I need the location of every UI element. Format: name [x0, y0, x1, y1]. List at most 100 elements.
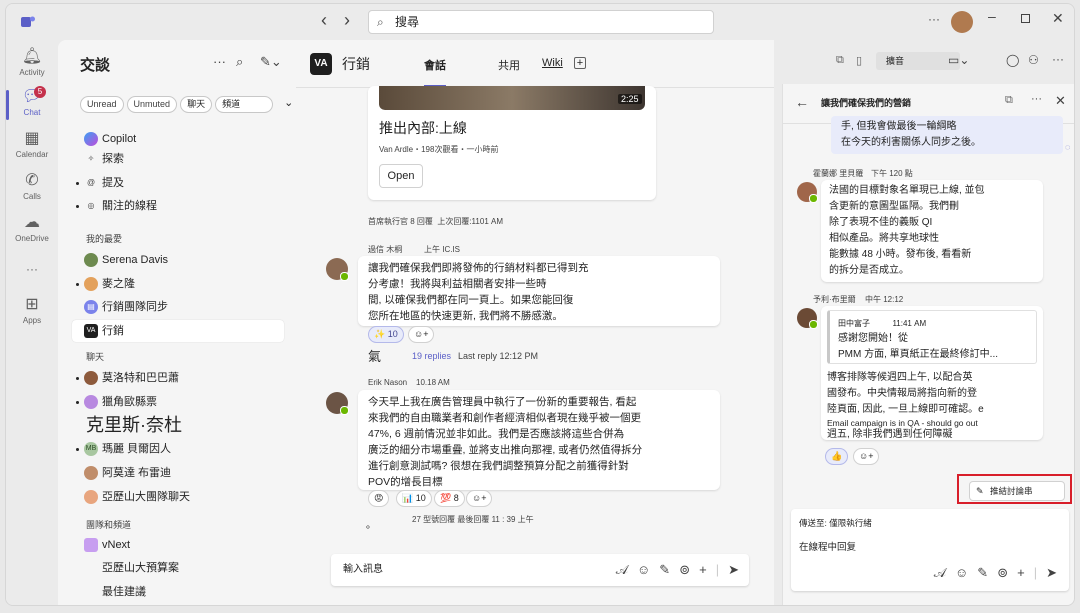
rail-apps[interactable]: ⊞ Apps — [6, 296, 58, 325]
card-reply-meta[interactable]: 首席執行官 8 回覆 上次回覆:1101 AM — [368, 216, 503, 227]
quoted-message[interactable]: 田中富子 11:41 AM 感謝您開始！從 PMM 方面, 單頁紙正在最終修訂中… — [827, 310, 1037, 364]
sidebar-item-sync[interactable]: ▤ 行銷團隊同步 — [72, 296, 284, 318]
unread-dot — [76, 182, 79, 185]
rail-calls[interactable]: ✆ Calls — [6, 172, 58, 201]
filter-unread[interactable]: Unread — [80, 96, 124, 113]
video-card[interactable]: 2:25 推出內部:上線 Van Ardle・198次觀看・一小時前 Open — [368, 86, 656, 200]
rail-onedrive[interactable]: ☁ OneDrive — [6, 214, 58, 243]
sidebar-item-vnext[interactable]: vNext — [72, 534, 284, 556]
thread-icon: ◎ — [87, 201, 95, 210]
message-line: 除了表現不佳的義販 QI — [829, 217, 933, 228]
reaction-sparkle[interactable]: ✨ 10 — [368, 326, 404, 343]
user-avatar[interactable] — [951, 11, 973, 33]
add-reaction-button[interactable]: ☺+ — [466, 490, 493, 507]
loop-icon[interactable]: ⊚ — [997, 565, 1008, 581]
reaction-thumbs[interactable]: 👍 — [825, 448, 849, 465]
sticker-icon[interactable]: ✎ — [977, 565, 988, 581]
send-icon[interactable]: ➤ — [728, 554, 739, 586]
copy-link-icon[interactable]: ⧉ — [836, 54, 844, 67]
back-arrow-icon[interactable]: ← — [795, 94, 809, 110]
avatar[interactable] — [797, 308, 818, 329]
rail-label: OneDrive — [15, 234, 49, 243]
new-chat-icon[interactable]: ✎⌄ — [260, 54, 282, 70]
message-bubble: 法國的目標對象名單現已上線, 並包 含更新的意圖型區隔。我們刪 除了表現不佳的義… — [821, 180, 1043, 282]
replies-link[interactable]: 27 型號回覆 最後回覆 11 : 39 上午 — [412, 514, 534, 525]
copy-icon[interactable]: ⧉ — [1005, 94, 1013, 107]
search-icon[interactable]: ⌕ — [236, 54, 243, 70]
message-compose[interactable]: 輸入訊息 𝒜 ☺ ✎ ⊚ + | ➤ — [331, 554, 749, 586]
people-icon[interactable]: ⚇ — [1028, 53, 1039, 67]
reaction-hundred[interactable]: 💯 8 — [434, 490, 465, 507]
avatar[interactable] — [797, 182, 818, 203]
format-icon[interactable]: 𝒜 — [934, 565, 946, 581]
rail-more[interactable]: ··· — [6, 262, 58, 276]
chevron-down-icon[interactable]: ⌄ — [284, 96, 293, 113]
filter-unmuted[interactable]: Unmuted — [126, 96, 178, 113]
clipboard-icon[interactable]: ▯ — [856, 54, 862, 67]
sidebar-item-chat1[interactable]: 莫洛特和巴巴蕭 — [72, 367, 284, 389]
rail-activity[interactable]: 🔔︎ Activity — [6, 48, 58, 77]
tab-conversations[interactable]: 會話 — [424, 57, 446, 87]
teams-window: ‹ › ⌕ 搜尋 ··· – ✕ 🔔︎ Activity 💬︎ 5 Chat ▦ Cal… — [5, 3, 1075, 606]
loop-icon[interactable]: ⊚ — [679, 554, 690, 586]
sticker-icon[interactable]: ✎ — [659, 554, 670, 586]
message-bullet: 。 — [366, 520, 376, 531]
replies-link[interactable]: 19 replies — [412, 351, 451, 361]
more-icon[interactable]: ··· — [1052, 52, 1064, 66]
avatar — [84, 253, 98, 267]
tab-wiki[interactable]: Wiki — [542, 57, 563, 69]
rail-calendar[interactable]: ▦ Calendar — [6, 130, 58, 159]
send-icon[interactable]: ➤ — [1046, 565, 1057, 581]
sidebar-item-marketing[interactable]: VA 行銷 — [72, 320, 284, 342]
avatar[interactable] — [326, 392, 349, 415]
message-line: 來我們的自由職業者和創作者經濟相似者現在幾乎被一個更 — [368, 412, 641, 424]
close-icon[interactable]: ✕ — [1055, 93, 1066, 109]
sidebar-item-chat4[interactable]: MB 瑪麗 貝爾因人 — [72, 438, 284, 460]
forward-button[interactable]: › — [344, 10, 350, 31]
video-icon[interactable]: ▭⌄ — [948, 53, 969, 67]
open-button[interactable]: Open — [379, 164, 423, 188]
reaction-chart[interactable]: 📊 10 — [396, 490, 432, 507]
sidebar-item-chat2[interactable]: 獵角歐縣票 — [72, 391, 284, 413]
chat-bubble-icon[interactable]: ◯ — [1006, 53, 1019, 67]
sidebar-item-label: 莫洛特和巴巴蕭 — [102, 372, 179, 384]
more-options-button[interactable]: ··· — [928, 12, 940, 26]
sidebar-item-mentions[interactable]: @ 提及 — [72, 172, 284, 194]
filter-channels[interactable]: 頻道 — [215, 96, 274, 113]
sidebar-item-chat3[interactable]: 克里斯·奈杜 — [72, 414, 284, 436]
sidebar-item-discover[interactable]: ✧ 探索 — [72, 148, 284, 170]
video-duration: 2:25 — [618, 94, 642, 104]
thread-reply-box[interactable]: 傳送至: 僅限執行緒 在線程中回复 𝒜 ☺ ✎ ⊚ + | ➤ — [791, 509, 1069, 591]
emoji-icon[interactable]: ☺ — [637, 554, 650, 586]
video-thumbnail[interactable] — [379, 86, 645, 110]
tab-shared[interactable]: 共用 — [498, 57, 520, 73]
back-button[interactable]: ‹ — [321, 10, 327, 31]
more-icon[interactable]: ··· — [1031, 93, 1042, 105]
sidebar-item-chat6[interactable]: 亞歷山大團隊聊天 — [72, 486, 284, 508]
close-window-button[interactable]: ✕ — [1052, 10, 1064, 27]
add-reaction-button[interactable]: ☺+ — [853, 448, 880, 465]
plus-icon[interactable]: + — [699, 554, 707, 586]
emoji-icon[interactable]: ☺ — [955, 565, 968, 581]
reaction-angry[interactable]: 😡 — [368, 490, 390, 507]
more-icon[interactable]: ··· — [213, 54, 226, 69]
maximize-button[interactable] — [1021, 14, 1030, 23]
sidebar-item-followed[interactable]: ◎ 關注的線程 — [72, 195, 284, 217]
format-icon[interactable]: 𝒜 — [616, 554, 628, 586]
sidebar-item-mai[interactable]: 麥之隆 — [72, 273, 284, 295]
sidebar-item-copilot[interactable]: Copilot — [72, 128, 284, 150]
sidebar-item-best[interactable]: 最佳建議 — [72, 581, 284, 603]
sidebar-item-budget[interactable]: 亞歷山大預算案 — [72, 557, 284, 579]
add-tab-icon[interactable]: + — [574, 57, 586, 69]
filter-chats[interactable]: 聊天 — [180, 96, 213, 113]
add-reaction-button[interactable]: ☺+ — [408, 326, 435, 343]
unread-dot — [76, 205, 79, 208]
rail-chat[interactable]: 💬︎ 5 Chat — [6, 86, 58, 120]
reply-target[interactable]: 傳送至: 僅限執行緒 — [799, 517, 872, 529]
avatar[interactable] — [326, 258, 349, 281]
sidebar-item-chat5[interactable]: 阿莫達 布雷迪 — [72, 462, 284, 484]
search-input[interactable]: ⌕ 搜尋 — [368, 10, 714, 34]
sidebar-item-serena[interactable]: Serena Davis — [72, 249, 284, 271]
minimize-button[interactable]: – — [988, 8, 996, 24]
plus-icon[interactable]: + — [1017, 565, 1025, 581]
